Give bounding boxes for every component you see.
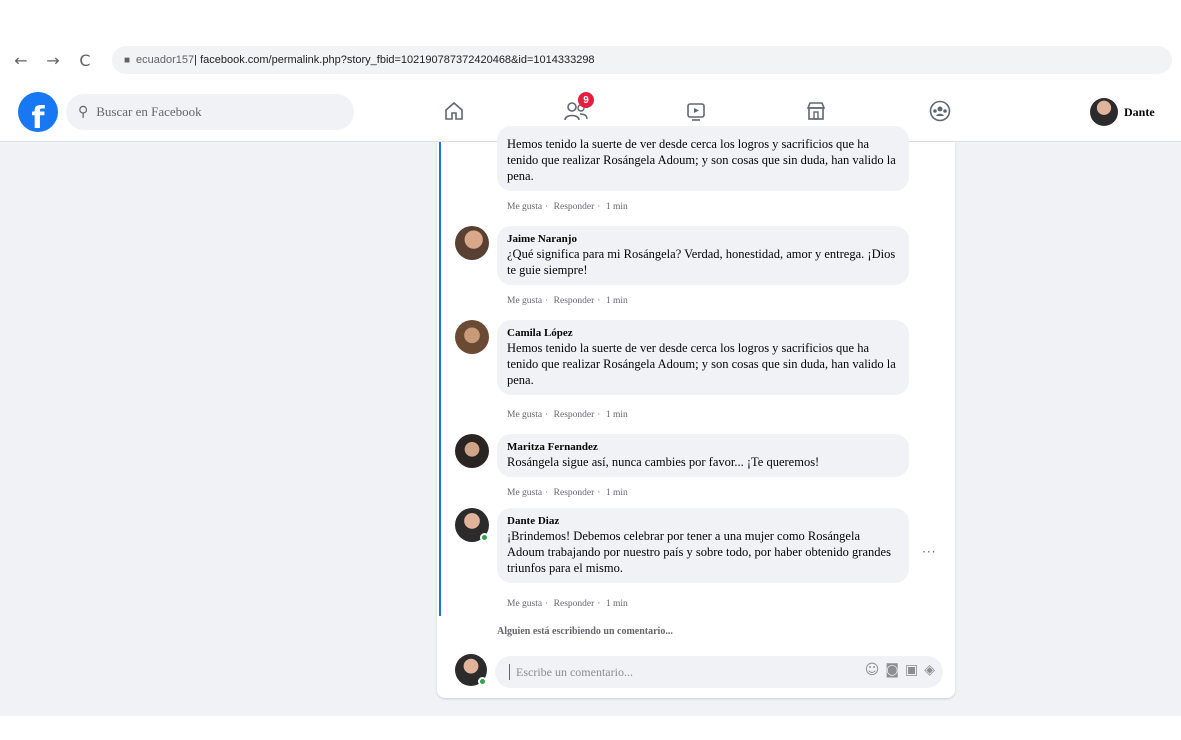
comment-actions: Me gusta · Responder · 1 min bbox=[507, 488, 628, 498]
avatar[interactable] bbox=[455, 320, 489, 354]
url-host: ecuador157 bbox=[136, 54, 195, 66]
comment-bubble: Dante Diaz ¡Brindemos! Debemos celebrar … bbox=[497, 508, 909, 583]
avatar bbox=[1090, 98, 1118, 126]
browser-toolbar: ← → C ■ ecuador157 | facebook.com/permal… bbox=[0, 40, 1181, 80]
search-placeholder: Buscar en Facebook bbox=[96, 104, 202, 119]
search-icon: ⚲ bbox=[78, 104, 89, 120]
comment-text: Rosángela sigue así, nunca cambies por f… bbox=[507, 455, 820, 469]
watch-icon[interactable] bbox=[680, 96, 712, 126]
reply-button[interactable]: Responder bbox=[554, 202, 595, 212]
comment-text: ¿Qué significa para mi Rosángela? Verdad… bbox=[507, 247, 896, 277]
comment-time[interactable]: 1 min bbox=[606, 599, 628, 609]
comment-author[interactable]: Jaime Naranjo bbox=[507, 232, 899, 246]
online-indicator bbox=[478, 677, 487, 686]
comment-time[interactable]: 1 min bbox=[606, 410, 628, 420]
comment-actions: Me gusta · Responder · 1 min bbox=[507, 410, 628, 420]
profile-name: Dante bbox=[1124, 104, 1155, 119]
url-path: | facebook.com/permalink.php?story_fbid=… bbox=[194, 54, 595, 66]
comment-actions: Me gusta · Responder · 1 min bbox=[507, 599, 628, 609]
text-caret bbox=[509, 664, 510, 680]
like-button[interactable]: Me gusta bbox=[507, 410, 542, 420]
comment-actions: Me gusta · Responder · 1 min bbox=[507, 202, 628, 212]
avatar[interactable] bbox=[455, 226, 489, 260]
comment-actions: Me gusta · Responder · 1 min bbox=[507, 296, 628, 306]
like-button[interactable]: Me gusta bbox=[507, 599, 542, 609]
comment-bubble: Jaime Naranjo ¿Qué significa para mi Ros… bbox=[497, 226, 909, 285]
lock-icon: ■ bbox=[124, 54, 131, 66]
groups-icon[interactable] bbox=[924, 96, 956, 126]
comment-bubble: Hemos tenido la suerte de ver desde cerc… bbox=[497, 126, 909, 191]
logo-letter: f bbox=[31, 101, 45, 132]
profile-shortcut[interactable]: Dante bbox=[1090, 98, 1155, 126]
comment-input[interactable]: Escribe un comentario... ☺ ◙ ▣ ◈ bbox=[495, 656, 943, 688]
composer-icons: ☺ ◙ ▣ ◈ bbox=[865, 662, 935, 678]
search-input[interactable]: ⚲ Buscar en Facebook bbox=[66, 94, 354, 130]
reply-button[interactable]: Responder bbox=[554, 410, 595, 420]
reply-button[interactable]: Responder bbox=[554, 488, 595, 498]
friends-icon[interactable]: 9 bbox=[560, 92, 594, 126]
comment-bubble: Camila López Hemos tenido la suerte de v… bbox=[497, 320, 909, 395]
address-bar[interactable]: ■ ecuador157 | facebook.com/permalink.ph… bbox=[112, 46, 1172, 74]
marketplace-icon[interactable] bbox=[800, 96, 832, 126]
reply-thread-line bbox=[439, 142, 441, 616]
camera-icon[interactable]: ◙ bbox=[885, 662, 899, 678]
online-indicator bbox=[480, 533, 489, 542]
comment-time[interactable]: 1 min bbox=[606, 202, 628, 212]
friends-badge: 9 bbox=[578, 92, 594, 108]
comment-text: ¡Brindemos! Debemos celebrar por tener a… bbox=[507, 529, 891, 575]
like-button[interactable]: Me gusta bbox=[507, 296, 542, 306]
more-options-button[interactable]: ··· bbox=[922, 545, 936, 559]
comment-author[interactable]: Maritza Fernandez bbox=[507, 440, 899, 454]
home-icon[interactable] bbox=[438, 96, 470, 126]
reply-button[interactable]: Responder bbox=[554, 599, 595, 609]
comment-bubble: Maritza Fernandez Rosángela sigue así, n… bbox=[497, 434, 909, 477]
avatar[interactable] bbox=[455, 434, 489, 468]
forward-button[interactable]: → bbox=[42, 49, 64, 71]
comment-time[interactable]: 1 min bbox=[606, 296, 628, 306]
back-button[interactable]: ← bbox=[10, 49, 32, 71]
comment-text: Hemos tenido la suerte de ver desde cerc… bbox=[507, 341, 896, 387]
typing-indicator: Alguien está escribiendo un comentario..… bbox=[497, 626, 673, 637]
emoji-icon[interactable]: ☺ bbox=[865, 662, 880, 678]
comment-time[interactable]: 1 min bbox=[606, 488, 628, 498]
gif-icon[interactable]: ▣ bbox=[905, 662, 918, 678]
comment-input-placeholder: Escribe un comentario... bbox=[516, 664, 633, 679]
reload-button[interactable]: C bbox=[74, 49, 96, 71]
like-button[interactable]: Me gusta bbox=[507, 202, 542, 212]
reply-button[interactable]: Responder bbox=[554, 296, 595, 306]
comment-author[interactable]: Camila López bbox=[507, 326, 899, 340]
sticker-icon[interactable]: ◈ bbox=[924, 662, 935, 678]
like-button[interactable]: Me gusta bbox=[507, 488, 542, 498]
comment-text: Hemos tenido la suerte de ver desde cerc… bbox=[507, 137, 896, 183]
facebook-logo[interactable]: f bbox=[18, 92, 58, 132]
comment-author[interactable]: Dante Diaz bbox=[507, 514, 899, 528]
